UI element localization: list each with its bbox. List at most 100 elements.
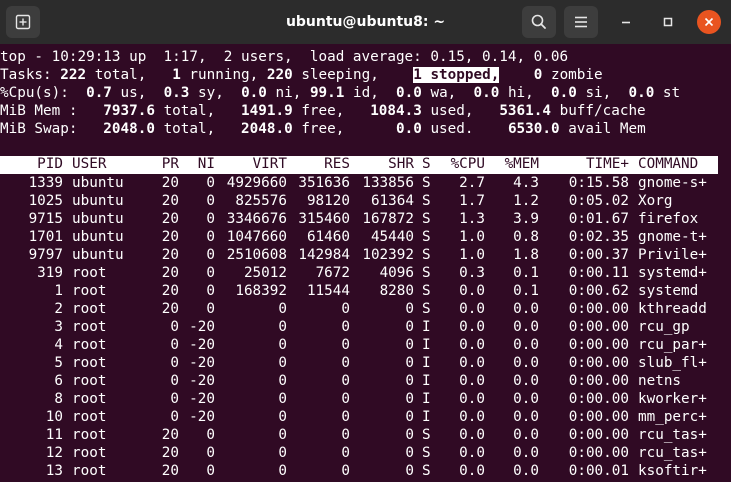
cell-cpu: 0.0 <box>459 355 485 371</box>
cell-cpu: 0.0 <box>459 337 485 353</box>
cpu-wa-label: wa, <box>430 85 457 101</box>
mem-free: 1491.9 <box>241 103 293 119</box>
cell-pid: 2 <box>54 301 63 317</box>
cell-state: I <box>422 409 431 425</box>
cell-user: root <box>72 427 107 443</box>
cpu-si-label: si, <box>585 85 612 101</box>
cell-cpu: 0.3 <box>459 265 485 281</box>
cell-command: rcu_gp <box>638 319 690 335</box>
cell-mem: 0.0 <box>513 445 539 461</box>
mem-buff-label: buff/cache <box>559 103 646 119</box>
cell-time: 0:05.02 <box>568 193 629 209</box>
cell-pid: 1 <box>54 283 63 299</box>
mem-line: MiB Mem : 7937.6 total, 1491.9 free, 108… <box>0 102 646 120</box>
swap-used-label: used. <box>430 121 474 137</box>
cell-virt: 3346676 <box>226 211 287 227</box>
cell-pid: 3 <box>54 319 63 335</box>
cell-ni: 0 <box>206 175 215 191</box>
cell-state: S <box>422 463 431 479</box>
cell-res: 0 <box>341 463 350 479</box>
cell-pr: 20 <box>161 427 179 443</box>
cell-shr: 102392 <box>362 247 414 263</box>
mem-buff: 5361.4 <box>499 103 551 119</box>
cell-pr: 0 <box>170 409 179 425</box>
process-row: 319 root 20 0 25012 7672 4096 S 0.3 0.1 0:00.11 sys… <box>0 264 731 282</box>
cell-mem: 1.8 <box>513 247 539 263</box>
cell-mem: 0.0 <box>513 355 539 371</box>
close-button[interactable] <box>697 10 721 34</box>
cell-ni: -20 <box>189 391 215 407</box>
cpu-id-label: id, <box>352 85 379 101</box>
cell-mem: 0.1 <box>513 283 539 299</box>
swap-line: MiB Swap: 2048.0 total, 2048.0 free, 0.0… <box>0 120 646 138</box>
cell-pr: 0 <box>170 355 179 371</box>
cell-time: 0:15.58 <box>568 175 629 191</box>
cell-ni: 0 <box>206 193 215 209</box>
cell-mem: 0.0 <box>513 427 539 443</box>
terminal-area[interactable]: top - 10:29:13 up 1:17, 2 users, load av… <box>0 47 731 482</box>
close-icon <box>704 17 714 27</box>
process-row: 2 root 20 0 0 0 0 S 0.0 0.0 0:00.00 kthreadd <box>0 300 731 318</box>
cell-user: root <box>72 445 107 461</box>
cell-res: 0 <box>341 391 350 407</box>
cell-cpu: 1.7 <box>459 193 485 209</box>
cell-command: kworker+ <box>638 391 707 407</box>
maximize-button[interactable] <box>656 10 680 34</box>
cell-time: 0:00.62 <box>568 283 629 299</box>
cell-state: S <box>422 211 431 227</box>
cell-time: 0:00.11 <box>568 265 629 281</box>
col-ni: NI <box>197 156 215 172</box>
cell-virt: 0 <box>278 463 287 479</box>
cell-mem: 0.0 <box>513 319 539 335</box>
cell-virt: 825576 <box>235 193 287 209</box>
cell-pid: 13 <box>45 463 63 479</box>
cell-mem: 0.0 <box>513 463 539 479</box>
process-row: 8 root 0 -20 0 0 0 I 0.0 0.0 0:00.00 kworker+ <box>0 390 731 408</box>
tasks-zombie-label: zombie <box>550 67 603 83</box>
cell-res: 142984 <box>298 247 350 263</box>
cell-res: 98120 <box>306 193 350 209</box>
cell-time: 0:00.00 <box>568 427 629 443</box>
col-user: USER <box>72 156 107 172</box>
cell-pr: 20 <box>161 463 179 479</box>
cell-command: mm_perc+ <box>638 409 707 425</box>
cell-pr: 20 <box>161 247 179 263</box>
process-row: 4 root 0 -20 0 0 0 I 0.0 0.0 0:00.00 rcu_par+ <box>0 336 731 354</box>
cell-ni: 0 <box>206 247 215 263</box>
cell-virt: 0 <box>278 427 287 443</box>
cell-cpu: 0.0 <box>459 391 485 407</box>
process-row: 11 root 20 0 0 0 0 S 0.0 0.0 0:00.00 rcu_tas+ <box>0 426 731 444</box>
cell-command: Xorg <box>638 193 673 209</box>
swap-used: 0.0 <box>396 121 422 137</box>
swap-label: MiB Swap: <box>0 121 78 137</box>
new-tab-button[interactable] <box>6 6 40 38</box>
cell-time: 0:00.00 <box>568 355 629 371</box>
cell-ni: -20 <box>189 355 215 371</box>
cell-virt: 1047660 <box>226 229 287 245</box>
cell-ni: 0 <box>206 229 215 245</box>
cell-virt: 0 <box>278 337 287 353</box>
cell-cpu: 0.0 <box>459 373 485 389</box>
cell-time: 0:00.01 <box>568 463 629 479</box>
cell-shr: 0 <box>405 463 414 479</box>
minimize-button[interactable] <box>614 10 638 34</box>
cell-command: rcu_par+ <box>638 337 707 353</box>
cpu-si: 0.0 <box>551 85 577 101</box>
cell-res: 351636 <box>298 175 350 191</box>
cell-ni: 0 <box>206 463 215 479</box>
process-row: 12 root 20 0 0 0 0 S 0.0 0.0 0:00.00 rcu_tas+ <box>0 444 731 462</box>
cell-res: 61460 <box>306 229 350 245</box>
cell-user: root <box>72 355 107 371</box>
cell-pr: 0 <box>170 391 179 407</box>
cell-pid: 319 <box>37 265 63 281</box>
cell-res: 11544 <box>306 283 350 299</box>
search-button[interactable] <box>522 6 556 38</box>
cpu-ni-label: ni, <box>275 85 302 101</box>
cell-pr: 0 <box>170 319 179 335</box>
menu-button[interactable] <box>564 6 598 38</box>
process-row: 9715 ubuntu 20 0 3346676 315460 167872 S 1.3 3.9 0… <box>0 210 731 228</box>
cell-ni: -20 <box>189 337 215 353</box>
cell-state: I <box>422 391 431 407</box>
cell-state: S <box>422 301 431 317</box>
cell-shr: 0 <box>405 409 414 425</box>
